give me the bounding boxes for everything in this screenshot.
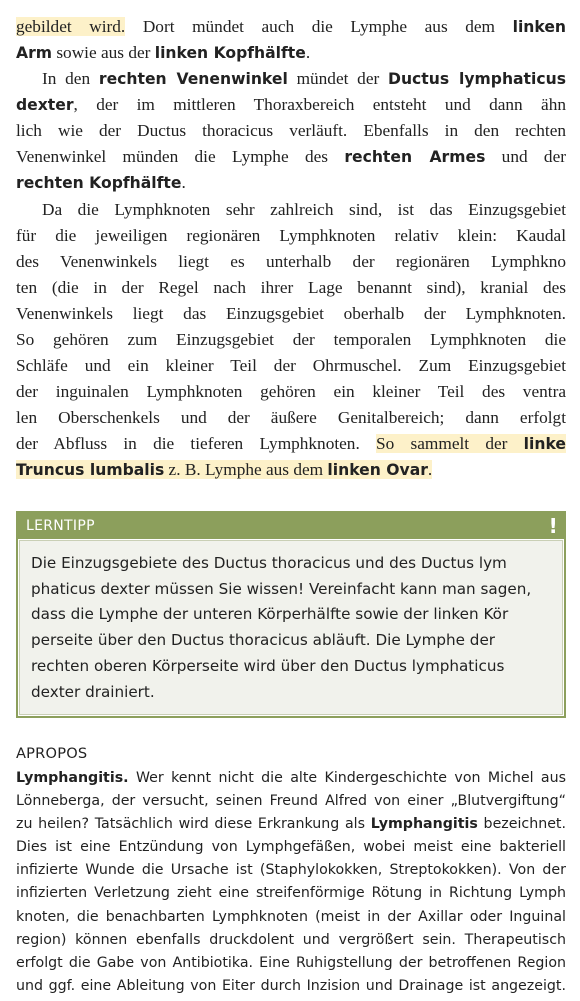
text: . xyxy=(181,173,186,192)
learning-tip-title: LERNTIPP xyxy=(26,518,95,534)
exclamation-icon: ! xyxy=(548,514,558,538)
bold-term: rechten Venenwinkel xyxy=(98,70,288,88)
text-line: region) können ebenfalls druckdolent und… xyxy=(16,931,566,948)
text-line: Venenwinkels liegt das Einzugsgebiet obe… xyxy=(16,304,566,323)
apropos-heading: APROPOS xyxy=(16,745,88,762)
text-line: der Abfluss in die tieferen Lymphknoten.… xyxy=(16,431,566,457)
text-line: des Venenwinkels liegt es unterhalb der … xyxy=(16,252,566,271)
highlighted-text: So sammelt der linke xyxy=(376,434,566,453)
paragraph-drainage-areas: Da die Lymphknoten sehr zahlreich sind, … xyxy=(16,197,566,483)
text-line: für die jeweiligen regionären Lymphknote… xyxy=(16,226,566,245)
text-line: rechten oberen Körperseite wird über den… xyxy=(31,656,505,675)
bold-term: linken Kopfhälfte xyxy=(154,44,306,62)
bold-term: rechten Kopfhälfte xyxy=(16,174,182,192)
text-line: dass die Lymphe der unteren Körperhälfte… xyxy=(31,605,509,624)
text-line: Lönneberga, der versucht, seinen Freund … xyxy=(16,793,566,810)
text-line: ten (die in der Regel nach ihrer Lage be… xyxy=(16,278,566,297)
text: In den xyxy=(42,69,99,88)
bold-term: Truncus lumbalis xyxy=(16,461,165,479)
text: bezeichnet. xyxy=(477,816,566,833)
text-line: Arm sowie aus der linken Kopfhälfte. xyxy=(16,40,566,66)
page: gebildet wird. Dort mündet auch die Lymp… xyxy=(0,0,580,1001)
text-line: der inguinalen Lymphknoten gehören ein k… xyxy=(16,382,566,401)
text: der Abfluss in die tieferen Lymphknoten. xyxy=(16,434,377,453)
learning-tip-body: Die Einzugsgebiete des Ductus thoracicus… xyxy=(19,540,563,715)
text-line: perseite über den Ductus thoracicus ablä… xyxy=(31,631,496,650)
text-line: len Oberschenkels und der äußere Genital… xyxy=(16,408,566,427)
text-line: Dies ist eine Entzündung von Lymphgefäße… xyxy=(16,839,566,856)
text-line: Truncus lumbalis z. B. Lymphe aus dem li… xyxy=(16,457,566,483)
bold-term: Ductus lymphaticus xyxy=(388,70,566,88)
bold-term: Lymphangitis xyxy=(370,816,478,833)
highlighted-text: gebildet wird. xyxy=(16,17,126,36)
text-line: dexter, der im mittleren Thoraxbereich e… xyxy=(16,92,566,118)
text-line: So gehören zum Einzugsgebiet der tempora… xyxy=(16,330,566,349)
text: mündet der xyxy=(287,69,389,88)
text: . xyxy=(305,43,311,62)
highlighted-text: Truncus lumbalis z. B. Lymphe aus dem li… xyxy=(16,460,433,479)
text-line: Lymphangitis. Wer kennt nicht die alte K… xyxy=(16,767,566,790)
text-line: infizierten Verletzung zieht eine streif… xyxy=(16,885,566,902)
bold-term: dexter xyxy=(16,96,74,114)
bold-term: rechten Armes xyxy=(344,148,486,166)
paragraph-right-venous-angle: In den rechten Venenwinkel mündet der Du… xyxy=(16,66,566,196)
text-line: zu heilen? Tatsächlich wird diese Erkran… xyxy=(16,813,566,836)
text-line: In den rechten Venenwinkel mündet der Du… xyxy=(16,66,566,92)
learning-tip-text: Die Einzugsgebiete des Ductus thoracicus… xyxy=(31,551,551,705)
text-line: Venenwinkel münden die Lymphe des rechte… xyxy=(16,144,566,170)
text: z. B. Lymphe aus dem xyxy=(164,460,328,479)
bold-term: linke xyxy=(523,435,566,453)
text: sowie aus der xyxy=(52,43,155,62)
text-line: Schläfe und ein kleiner Teil der Ohrmusc… xyxy=(16,356,566,375)
text-line: phaticus dexter müssen Sie wissen! Verei… xyxy=(31,579,532,598)
text: So sammelt der xyxy=(376,434,524,453)
text-line: knoten, die benachbarten Lymphknoten (me… xyxy=(16,908,566,925)
bold-term: Lymphangitis. xyxy=(16,770,129,786)
text-line: erfolgt die Gabe von Antibiotika. Eine R… xyxy=(16,954,566,971)
text: und der xyxy=(485,147,566,166)
text-line: lich wie der Ductus thoracicus verläuft.… xyxy=(16,121,566,140)
text: . xyxy=(427,460,433,479)
text: , der im mittleren Thoraxbereich entsteh… xyxy=(73,95,566,114)
text: Venenwinkel münden die Lymphe des xyxy=(16,147,345,166)
bold-term: linken Ovar xyxy=(327,461,428,479)
text-line: infizierte Wunde die Ursache ist (Staphy… xyxy=(16,862,566,879)
text: zu heilen? Tatsächlich wird diese Erkran… xyxy=(16,816,371,833)
text-line: Die Einzugsgebiete des Ductus thoracicus… xyxy=(31,554,507,572)
text-line: gebildet wird. Dort mündet auch die Lymp… xyxy=(16,14,566,40)
text-line: Da die Lymphknoten sehr zahlreich sind, … xyxy=(42,200,566,219)
learning-tip-box: LERNTIPP ! Die Einzugsgebiete des Ductus… xyxy=(16,511,566,718)
text: Wer kennt nicht die alte Kindergeschicht… xyxy=(128,770,566,786)
bold-term: Arm xyxy=(16,44,53,62)
apropos-text: Lymphangitis. Wer kennt nicht die alte K… xyxy=(16,767,566,998)
text-line: dexter drainiert. xyxy=(31,682,155,701)
text-line: rechten Kopfhälfte. xyxy=(16,170,566,196)
bold-term: linken xyxy=(512,18,567,36)
text-line: und ggf. eine Ableitung von Eiter durch … xyxy=(16,977,566,994)
paragraph-lymph-left: gebildet wird. Dort mündet auch die Lymp… xyxy=(16,14,566,66)
learning-tip-header: LERNTIPP ! xyxy=(18,513,564,539)
text: Dort mündet auch die Lymphe aus dem xyxy=(125,17,513,36)
